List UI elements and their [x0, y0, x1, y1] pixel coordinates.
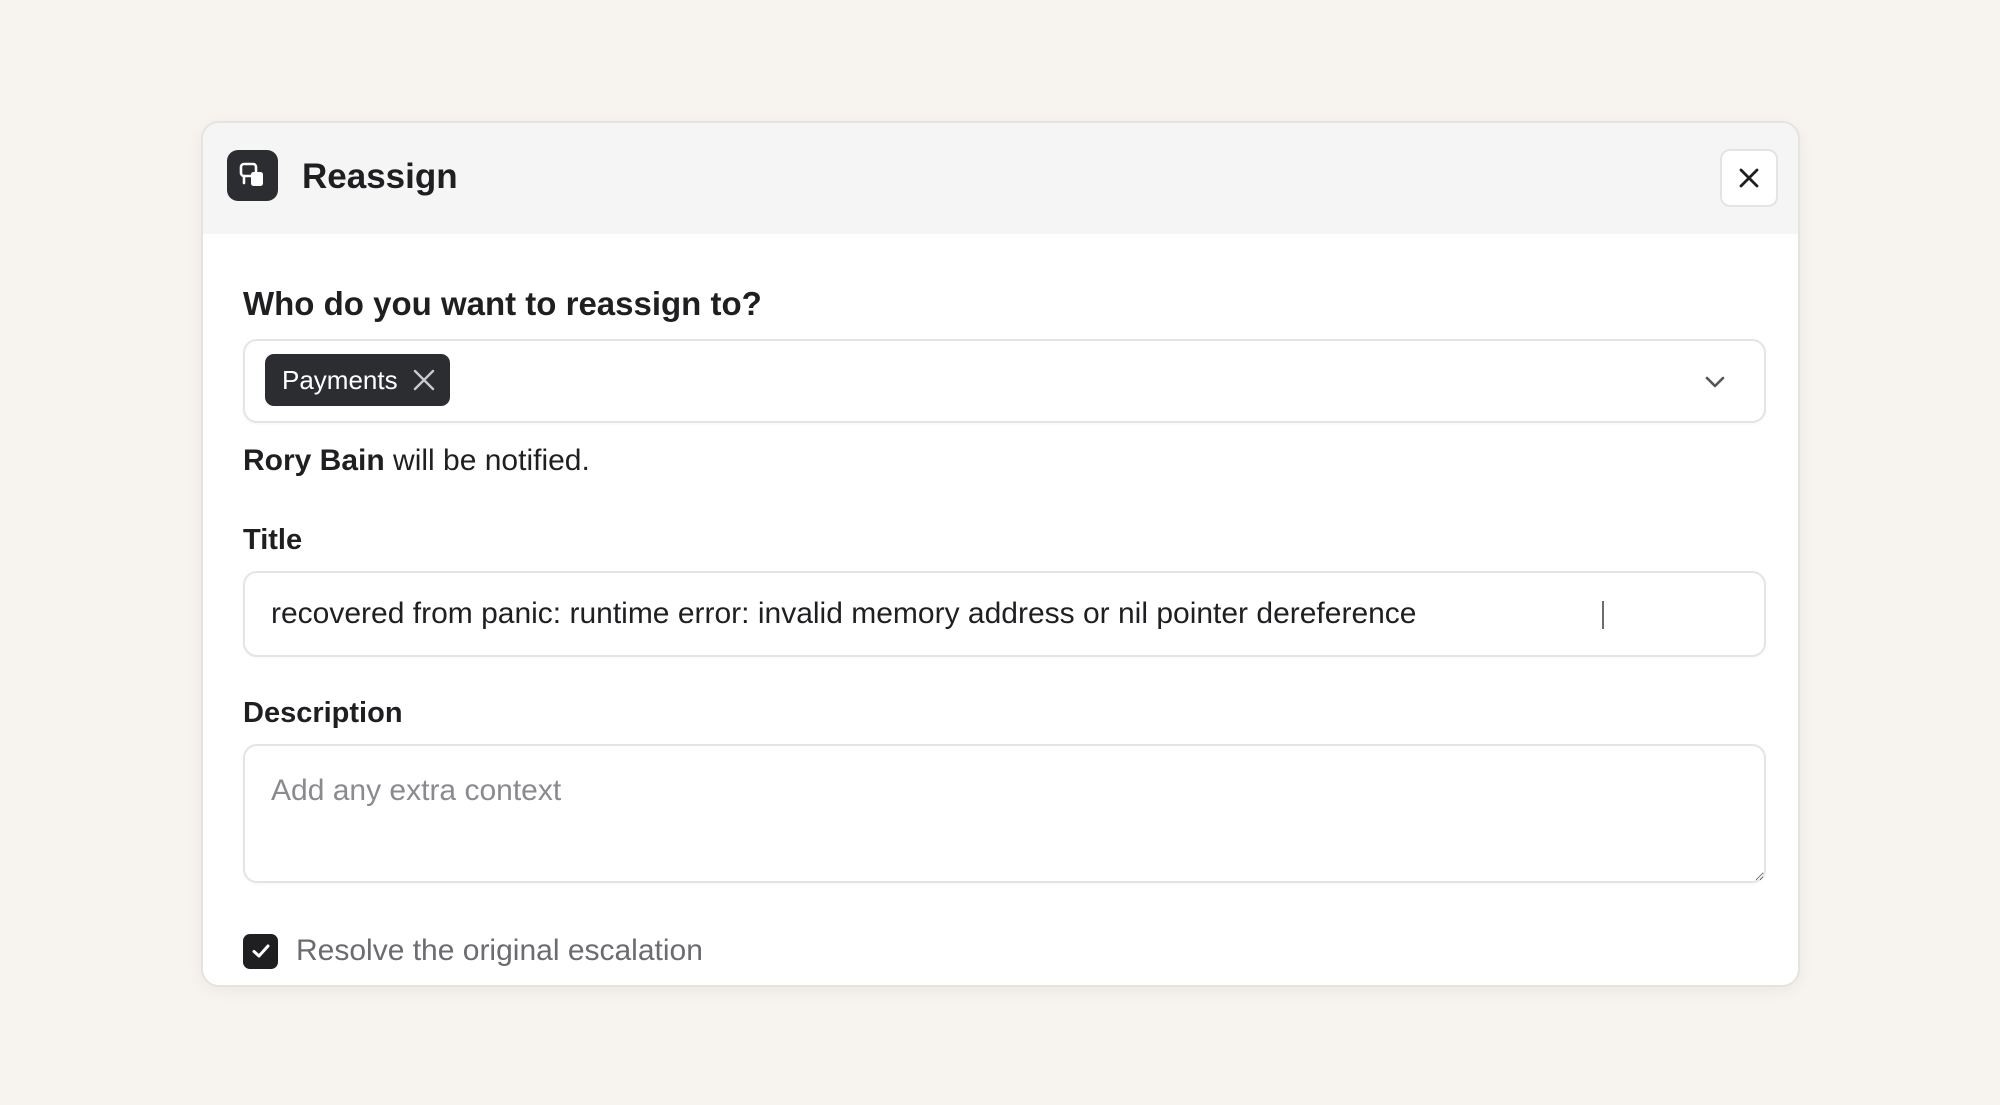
- chip-remove-button[interactable]: [410, 366, 438, 394]
- assignee-question: Who do you want to reassign to?: [243, 285, 762, 322]
- notified-user: Rory Bain: [243, 444, 385, 477]
- close-icon: [413, 369, 434, 391]
- close-icon: [1739, 168, 1759, 188]
- dialog-header: Reassign: [203, 123, 1798, 234]
- dialog-title: Reassign: [302, 157, 458, 196]
- title-input[interactable]: [243, 571, 1766, 657]
- assignee-select[interactable]: Payments: [243, 339, 1766, 423]
- resolve-escalation-row[interactable]: Resolve the original escalation: [243, 933, 703, 969]
- check-icon: [252, 944, 269, 958]
- resolve-escalation-label: Resolve the original escalation: [296, 934, 703, 967]
- chip-label: Payments: [282, 364, 398, 395]
- selected-team-chip: Payments: [265, 354, 450, 406]
- notify-message: Rory Bain will be notified.: [243, 441, 590, 481]
- chevron-down-icon[interactable]: [1702, 369, 1728, 395]
- title-label: Title: [243, 524, 303, 556]
- resolve-escalation-checkbox[interactable]: [243, 933, 278, 969]
- description-textarea[interactable]: [243, 744, 1766, 883]
- reassign-icon: [227, 150, 278, 201]
- notify-suffix: will be notified.: [384, 444, 590, 477]
- reassign-dialog: Reassign Who do you want to reassign to?…: [201, 121, 1800, 987]
- description-label: Description: [243, 697, 403, 729]
- text-cursor: [1602, 601, 1604, 629]
- close-button[interactable]: [1720, 149, 1778, 207]
